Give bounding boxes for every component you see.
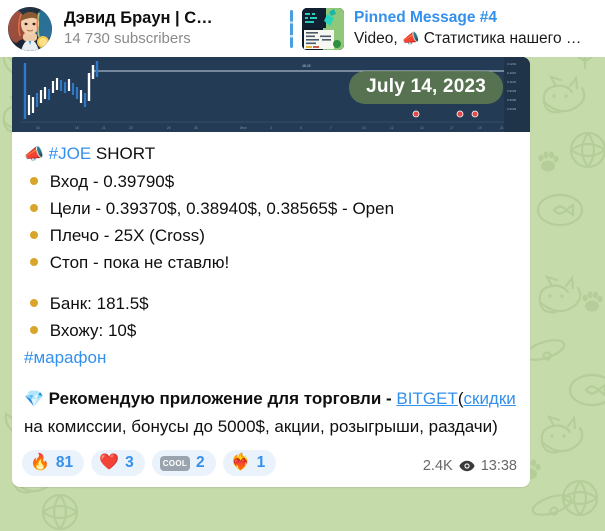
reaction-heart[interactable]: ❤️ 3 (91, 450, 145, 476)
svg-text:18: 18 (75, 126, 79, 130)
cool-badge-emoji-icon: COOL (159, 455, 191, 471)
recommendation-tail: на комиссии, бонусы до 5000$, акции, роз… (24, 417, 498, 436)
entry-value: Вход - 0.39790$ (49, 172, 175, 191)
bullet-icon (30, 177, 38, 186)
svg-text:19: 19 (478, 126, 482, 130)
megaphone-icon: 📣 (401, 30, 420, 46)
channel-text: Дэвид Браун | С… 14 730 subscribers (64, 8, 213, 49)
fire-emoji-icon: 🔥 (30, 454, 50, 471)
bullet-icon (30, 231, 38, 240)
channel-info[interactable]: Дэвид Браун | С… 14 730 subscribers (0, 6, 290, 51)
targets-value: Цели - 0.39370$, 0.38940$, 0.38565$ - Op… (49, 199, 395, 218)
pinned-message-bar[interactable]: Pinned Message #4 Video, 📣 Статистика на… (302, 7, 605, 50)
reaction-count: 2 (196, 454, 205, 471)
svg-text:0.9029: 0.9029 (507, 107, 517, 111)
reaction-cool[interactable]: COOL 2 (151, 450, 216, 476)
chart-image[interactable]: 0.1201 0.1007 0.1105 0.9029 0.9090 0.9029 4… (12, 57, 530, 132)
svg-text:0.1007: 0.1007 (507, 71, 517, 75)
svg-text:0.1105: 0.1105 (507, 80, 516, 84)
pinned-text: Pinned Message #4 Video, 📣 Статистика на… (354, 8, 581, 49)
recommendation-block: 💎 Рекомендую приложение для торговли - B… (24, 385, 518, 440)
pinned-divider (290, 9, 293, 48)
stop-value: Стоп - пока не ставлю! (49, 253, 230, 272)
trade-direction: SHORT (95, 144, 156, 163)
svg-text:17: 17 (450, 126, 454, 130)
svg-text:3: 3 (270, 126, 272, 130)
svg-text:21: 21 (500, 126, 504, 130)
svg-text:28: 28 (194, 126, 198, 130)
svg-text:Июл: Июл (240, 126, 247, 130)
pinned-thumbnail[interactable] (302, 7, 344, 50)
reactions-bar: 🔥 81 ❤️ 3 COOL 2 ❤️‍🔥 1 2.4K 13:38 (12, 442, 530, 487)
bullet-icon (30, 258, 38, 267)
svg-text:14: 14 (420, 126, 424, 130)
message-time: 13:38 (480, 458, 517, 474)
video-thumbnail-icon (302, 7, 344, 50)
bullet-icon (30, 299, 38, 308)
channel-title: Дэвид Браун | С… (64, 9, 213, 27)
svg-text:16: 16 (36, 126, 40, 130)
reaction-fire[interactable]: 🔥 81 (22, 450, 85, 476)
svg-text:0.1201: 0.1201 (507, 62, 517, 66)
list-item: Вхожу: 10$ (24, 317, 518, 344)
gem-icon: 💎 (24, 391, 44, 408)
heart-on-fire-emoji-icon: ❤️‍🔥 (230, 454, 251, 471)
view-count: 2.4K (422, 458, 453, 474)
list-item: Вход - 0.39790$ (24, 168, 518, 195)
reaction-count: 3 (125, 454, 134, 471)
pinned-type: Video, (354, 30, 398, 47)
bank-value: Банк: 181.5$ (49, 294, 149, 313)
svg-text:21: 21 (102, 126, 106, 130)
bullet-icon (30, 204, 38, 213)
reaction-count: 1 (256, 454, 266, 471)
reaction-count: 81 (55, 454, 74, 471)
list-item: Банк: 181.5$ (24, 290, 518, 317)
svg-text:10: 10 (362, 126, 366, 130)
svg-text:0.9029: 0.9029 (507, 89, 517, 93)
svg-text:23: 23 (129, 126, 133, 130)
reaction-heart-on-fire[interactable]: ❤️‍🔥 1 (222, 450, 277, 476)
red-heart-emoji-icon: ❤️ (99, 454, 120, 471)
chat-header: Дэвид Браун | С… 14 730 subscribers Pinn… (0, 0, 605, 57)
eye-icon (459, 460, 475, 472)
svg-text:12: 12 (390, 126, 394, 130)
bullet-icon (30, 326, 38, 335)
svg-text:48.43: 48.43 (302, 64, 311, 68)
svg-text:5: 5 (300, 126, 302, 130)
recommendation-text: Рекомендую приложение для торговли - (48, 389, 397, 408)
message-meta: 2.4K 13:38 (423, 458, 517, 474)
megaphone-icon: 📣 (24, 146, 44, 163)
leverage-value: Плечо - 25X (Cross) (49, 226, 205, 245)
svg-text:26: 26 (167, 126, 171, 130)
pinned-preview: Video, 📣 Статистика нашего … (354, 28, 581, 49)
ticker-hashtag[interactable]: #JOE (49, 144, 92, 163)
position-size-value: Вхожу: 10$ (49, 321, 137, 340)
avatar[interactable] (8, 6, 52, 51)
message-bubble[interactable]: 0.1201 0.1007 0.1105 0.9029 0.9090 0.9029 4… (12, 57, 530, 487)
subscriber-count: 14 730 subscribers (64, 30, 191, 47)
svg-text:7: 7 (330, 126, 332, 130)
date-badge: July 14, 2023 (349, 71, 503, 104)
man-portrait-avatar-icon (8, 6, 52, 51)
svg-text:0.9090: 0.9090 (507, 98, 517, 102)
message-body: 📣 #JOE SHORT Вход - 0.39790$ Цели - 0.39… (12, 132, 530, 442)
marathon-hashtag-line: #марафон (24, 344, 518, 371)
discounts-link[interactable]: скидки (464, 389, 516, 408)
signal-title: 📣 #JOE SHORT (24, 140, 518, 168)
list-item: Стоп - пока не ставлю! (24, 249, 518, 276)
marathon-hashtag[interactable]: #марафон (24, 348, 106, 367)
pinned-label: Pinned Message #4 (354, 9, 498, 26)
list-item: Цели - 0.39370$, 0.38940$, 0.38565$ - Op… (24, 195, 518, 222)
list-item: Плечо - 25X (Cross) (24, 222, 518, 249)
pinned-preview-text: Статистика нашего … (423, 30, 582, 47)
bitget-link[interactable]: BITGET (396, 389, 457, 408)
eye-icon-svg (459, 460, 475, 472)
